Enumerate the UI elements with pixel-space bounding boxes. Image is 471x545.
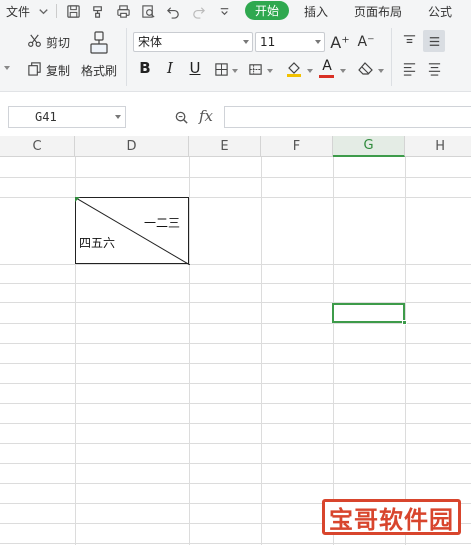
cell-reference: G41 (35, 110, 57, 124)
grid-line (0, 443, 471, 444)
cut-button[interactable]: 剪切 (46, 34, 70, 51)
ribbon-divider (391, 28, 392, 86)
column-header-g[interactable]: G (333, 136, 405, 157)
decrease-font-button[interactable]: A⁻ (356, 31, 376, 53)
grid-line (0, 483, 471, 484)
column-header-c[interactable]: C (0, 136, 75, 157)
cell-area[interactable]: 一二三 四五六 (0, 157, 471, 545)
chevron-down-icon[interactable] (267, 69, 273, 73)
eraser-icon[interactable] (356, 59, 376, 77)
sheet-grid: C D E F G H 一二三 四五六 (0, 136, 471, 545)
cell-text-top-right: 一二三 (143, 216, 180, 230)
grid-line (0, 423, 471, 424)
watermark-text: 宝哥软件园 (329, 505, 454, 534)
menu-bar: 文件 开始 插入 页面布局 公式 (0, 0, 471, 22)
font-name-select[interactable]: 宋体 (133, 32, 253, 52)
grid-line (0, 323, 471, 324)
fx-icon[interactable]: fx (199, 107, 213, 125)
fill-handle[interactable] (402, 320, 407, 325)
undo-icon[interactable] (164, 2, 182, 20)
italic-button[interactable]: I (161, 58, 179, 78)
align-top-icon[interactable] (400, 31, 418, 49)
column-header-f[interactable]: F (261, 136, 333, 157)
column-header-h[interactable]: H (405, 136, 471, 157)
zoom-search-icon[interactable] (172, 108, 190, 126)
scissors-icon[interactable] (26, 32, 42, 48)
redo-icon[interactable] (189, 2, 207, 20)
chevron-down-icon[interactable] (232, 69, 238, 73)
brush-icon[interactable] (88, 30, 110, 56)
copy-button[interactable]: 复制 (46, 62, 70, 79)
ribbon-divider (126, 28, 127, 86)
increase-font-button[interactable]: A⁺ (330, 31, 350, 53)
site-watermark: 宝哥软件园 (322, 499, 461, 535)
underline-button[interactable]: U (186, 58, 204, 78)
chevron-down-icon (243, 40, 249, 44)
formula-input[interactable] (224, 106, 471, 128)
tab-home[interactable]: 开始 (245, 1, 289, 20)
formula-bar: G41 fx (0, 100, 471, 134)
tab-page-layout[interactable]: 页面布局 (354, 3, 402, 20)
chevron-down-icon[interactable] (115, 115, 121, 119)
diagonal-line (76, 198, 190, 265)
active-cell-selection[interactable] (332, 303, 405, 323)
tab-formulas[interactable]: 公式 (428, 3, 452, 20)
column-headers: C D E F G H (0, 136, 471, 157)
grid-line (0, 197, 471, 198)
grid-line (0, 403, 471, 404)
comment-indicator (75, 197, 80, 202)
chevron-down-icon[interactable] (378, 69, 384, 73)
chevron-down-icon[interactable] (34, 2, 52, 20)
menu-divider (56, 4, 57, 18)
tab-insert[interactable]: 插入 (304, 3, 328, 20)
cell-text-bottom-left: 四五六 (79, 236, 116, 250)
font-size-value: 11 (260, 35, 276, 49)
grid-line (0, 543, 471, 544)
chevron-down-icon[interactable] (307, 69, 313, 73)
font-color-swatch (319, 75, 334, 78)
grid-line (0, 363, 471, 364)
diagonal-header-cell[interactable]: 一二三 四五六 (75, 197, 190, 265)
file-menu[interactable]: 文件 (6, 3, 30, 20)
font-size-select[interactable]: 11 (255, 32, 325, 52)
grid-line (0, 283, 471, 284)
grid-line (261, 157, 262, 545)
grid-line (333, 157, 334, 545)
grid-line (0, 463, 471, 464)
print-icon[interactable] (114, 2, 132, 20)
grid-line (0, 383, 471, 384)
paste-dropdown-icon[interactable] (4, 66, 10, 70)
column-header-d[interactable]: D (75, 136, 189, 157)
column-header-e[interactable]: E (189, 136, 261, 157)
copy-icon[interactable] (26, 60, 42, 76)
chevron-down-icon[interactable] (340, 69, 346, 73)
font-color-button[interactable]: A (319, 56, 335, 76)
ribbon: 剪切 复制 格式刷 宋体 11 A⁺ A⁻ B I U A (0, 22, 471, 92)
align-left-icon[interactable] (400, 59, 418, 77)
cell-style-icon[interactable] (246, 60, 264, 78)
align-middle-icon[interactable] (423, 30, 445, 52)
grid-line (0, 264, 471, 265)
fill-color-icon[interactable] (284, 58, 304, 78)
grid-line (0, 177, 471, 178)
name-box[interactable]: G41 (8, 106, 126, 128)
grid-line (405, 157, 406, 545)
print-preview-icon[interactable] (139, 2, 157, 20)
save-icon[interactable] (64, 2, 82, 20)
font-name-value: 宋体 (138, 35, 163, 49)
align-center-icon[interactable] (425, 59, 443, 77)
customize-icon[interactable] (215, 2, 233, 20)
chevron-down-icon (315, 40, 321, 44)
bold-button[interactable]: B (136, 58, 154, 78)
format-painter-icon[interactable] (89, 2, 107, 20)
format-painter-button[interactable]: 格式刷 (81, 62, 117, 79)
grid-line (0, 343, 471, 344)
borders-icon[interactable] (212, 60, 230, 78)
